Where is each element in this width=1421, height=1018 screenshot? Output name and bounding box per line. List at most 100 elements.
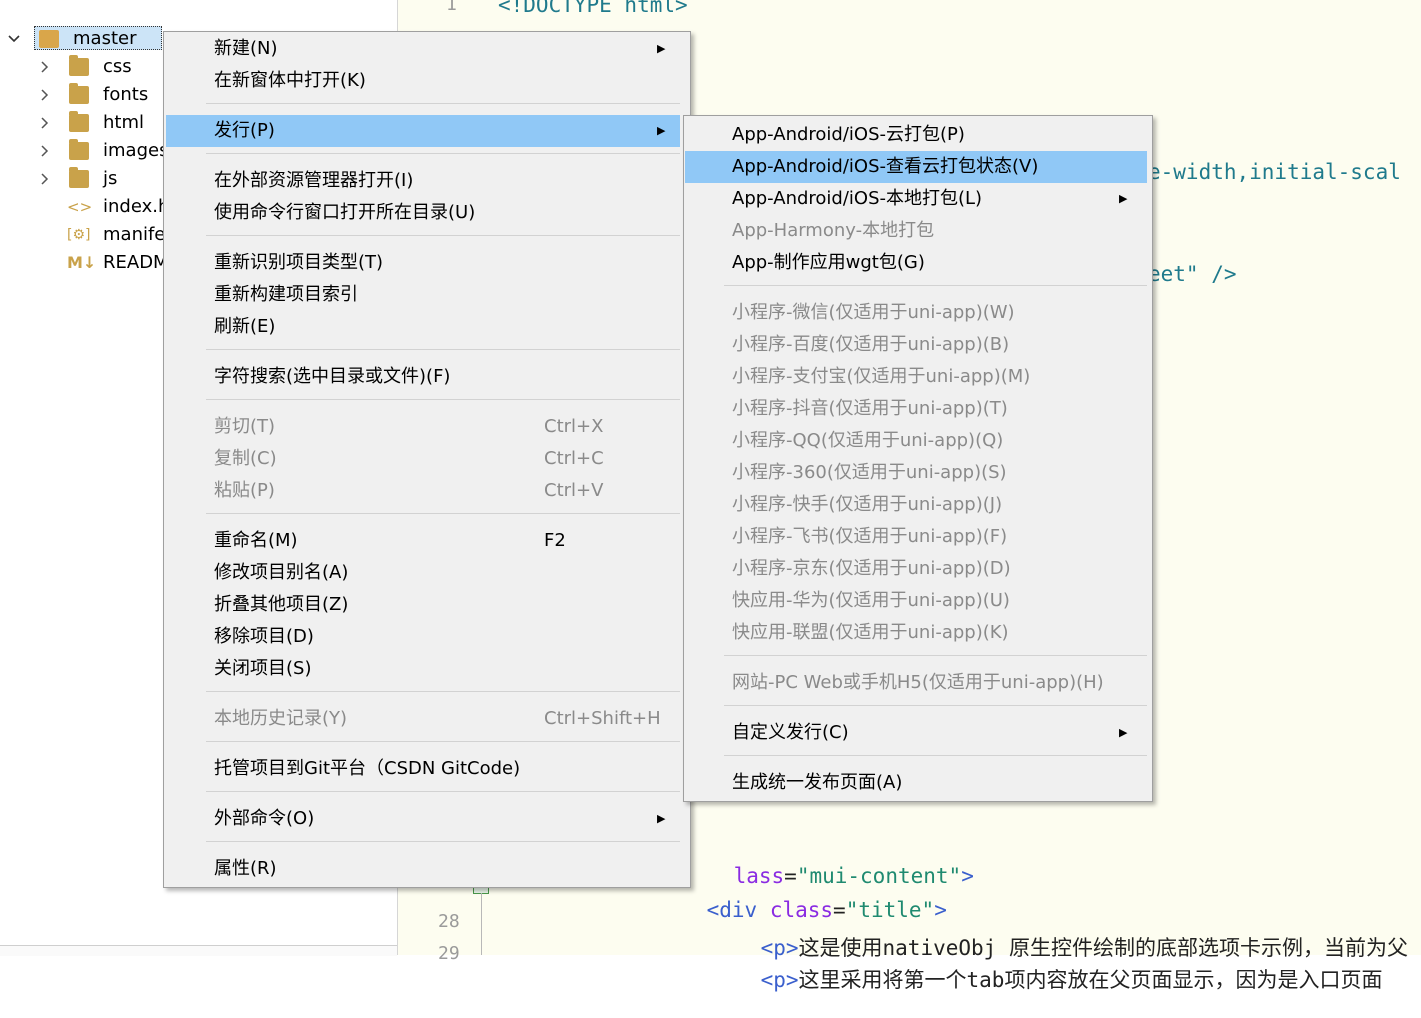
tree-item-label: html <box>103 112 145 133</box>
submenu-item-unified-publish-page[interactable]: 生成统一发布页面(A) <box>684 767 1147 799</box>
submenu-item-mp-baidu[interactable]: 小程序-百度(仅适用于uni-app)(B) <box>684 329 1147 361</box>
menu-item-shortcut: Ctrl+Shift+H <box>544 708 661 729</box>
menu-item-label: 新建(N) <box>214 38 278 59</box>
submenu-item-harmony-pack[interactable]: App-Harmony-本地打包 <box>684 215 1147 247</box>
menu-separator <box>206 153 680 154</box>
menu-item-publish[interactable]: 发行(P) ▶ <box>166 115 680 147</box>
menu-separator <box>206 691 680 692</box>
tree-item-label: index.h <box>103 196 170 217</box>
submenu-item-quickapp-union[interactable]: 快应用-联盟(仅适用于uni-app)(K) <box>684 617 1147 649</box>
chevron-right-icon[interactable] <box>36 59 52 75</box>
menu-item-properties[interactable]: 属性(R) <box>164 853 680 885</box>
menu-item-label: 重新识别项目类型(T) <box>214 252 384 273</box>
menu-item-alias[interactable]: 修改项目别名(A) <box>164 557 680 589</box>
menu-separator <box>206 399 680 400</box>
code-meta-fragment: e-width,initial-scal <box>1148 160 1401 184</box>
submenu-item-local-pack[interactable]: App-Android/iOS-本地打包(L) ▶ <box>684 183 1147 215</box>
menu-item-copy[interactable]: 复制(C) Ctrl+C <box>164 443 680 475</box>
tree-item-label: js <box>103 168 118 189</box>
menu-separator <box>724 755 1147 756</box>
menu-item-paste[interactable]: 粘贴(P) Ctrl+V <box>164 475 680 507</box>
menu-item-label: 重新构建项目索引 <box>214 284 358 305</box>
menu-item-reidentify-type[interactable]: 重新识别项目类型(T) <box>164 247 680 279</box>
tree-item-label: fonts <box>103 84 149 105</box>
menu-item-text-search[interactable]: 字符搜索(选中目录或文件)(F) <box>164 361 680 393</box>
submenu-item-mp-360[interactable]: 小程序-360(仅适用于uni-app)(S) <box>684 457 1147 489</box>
menu-item-remove-project[interactable]: 移除项目(D) <box>164 621 680 653</box>
code-line-p2: <p>这里采用将第一个tab项内容放在父页面显示，因为是入口页面 <box>710 940 1383 1018</box>
menu-item-label: 小程序-飞书(仅适用于uni-app)(F) <box>732 526 1008 547</box>
menu-item-label: 在外部资源管理器打开(I) <box>214 170 414 191</box>
menu-item-label: 刷新(E) <box>214 316 276 337</box>
code-tag: <p> <box>760 968 799 992</box>
submenu-item-custom-publish[interactable]: 自定义发行(C) ▶ <box>684 717 1147 749</box>
menu-item-rebuild-index[interactable]: 重新构建项目索引 <box>164 279 680 311</box>
menu-item-label: 自定义发行(C) <box>732 722 849 743</box>
markdown-file-icon: M↓ <box>67 253 97 272</box>
chevron-right-icon[interactable] <box>36 87 52 103</box>
menu-separator <box>206 513 680 514</box>
tree-item-label: READM <box>103 252 169 273</box>
menu-item-label: 剪切(T) <box>214 416 276 437</box>
menu-item-refresh[interactable]: 刷新(E) <box>164 311 680 343</box>
submenu-item-mp-jd[interactable]: 小程序-京东(仅适用于uni-app)(D) <box>684 553 1147 585</box>
chevron-right-icon[interactable] <box>36 143 52 159</box>
submenu-item-mp-douyin[interactable]: 小程序-抖音(仅适用于uni-app)(T) <box>684 393 1147 425</box>
submenu-item-quickapp-huawei[interactable]: 快应用-华为(仅适用于uni-app)(U) <box>684 585 1147 617</box>
submenu-item-mp-feishu[interactable]: 小程序-飞书(仅适用于uni-app)(F) <box>684 521 1147 553</box>
folder-icon <box>69 55 89 76</box>
menu-item-shortcut: Ctrl+V <box>544 480 604 501</box>
menu-item-shortcut: Ctrl+C <box>544 448 604 469</box>
menu-item-external-command[interactable]: 外部命令(O) ▶ <box>164 803 680 835</box>
line-number: 1 <box>446 0 457 15</box>
submenu-item-cloud-pack[interactable]: App-Android/iOS-云打包(P) <box>684 119 1147 151</box>
tree-bottom-bar <box>0 945 397 956</box>
submenu-item-cloud-pack-status[interactable]: App-Android/iOS-查看云打包状态(V) <box>685 151 1147 183</box>
menu-separator <box>724 655 1147 656</box>
submenu-item-mp-alipay[interactable]: 小程序-支付宝(仅适用于uni-app)(M) <box>684 361 1147 393</box>
submenu-arrow-icon: ▶ <box>1119 726 1128 739</box>
submenu-item-mp-kuaishou[interactable]: 小程序-快手(仅适用于uni-app)(J) <box>684 489 1147 521</box>
menu-item-label: 小程序-360(仅适用于uni-app)(S) <box>732 462 1007 483</box>
menu-item-cut[interactable]: 剪切(T) Ctrl+X <box>164 411 680 443</box>
submenu-item-mp-weixin[interactable]: 小程序-微信(仅适用于uni-app)(W) <box>684 297 1147 329</box>
menu-item-label: App-Harmony-本地打包 <box>732 220 935 241</box>
menu-item-label: 小程序-微信(仅适用于uni-app)(W) <box>732 302 1015 323</box>
code-link-fragment: eet" /> <box>1148 262 1237 286</box>
menu-item-label: 粘贴(P) <box>214 480 275 501</box>
menu-item-label: 折叠其他项目(Z) <box>214 594 349 615</box>
menu-item-git-host[interactable]: 托管项目到Git平台（CSDN GitCode) <box>164 753 680 785</box>
context-menu: 新建(N) ▶ 在新窗体中打开(K) 发行(P) ▶ 在外部资源管理器打开(I) 使… <box>163 31 691 888</box>
menu-item-label: 使用命令行窗口打开所在目录(U) <box>214 202 476 223</box>
menu-item-label: 外部命令(O) <box>214 808 315 829</box>
menu-separator <box>206 103 680 104</box>
menu-item-label: 小程序-抖音(仅适用于uni-app)(T) <box>732 398 1008 419</box>
submenu-item-mp-qq[interactable]: 小程序-QQ(仅适用于uni-app)(Q) <box>684 425 1147 457</box>
chevron-right-icon[interactable] <box>36 171 52 187</box>
line-number: 28 <box>438 911 460 932</box>
submenu-item-wgt[interactable]: App-制作应用wgt包(G) <box>684 247 1147 279</box>
menu-separator <box>206 349 680 350</box>
menu-item-local-history[interactable]: 本地历史记录(Y) Ctrl+Shift+H <box>164 703 680 735</box>
menu-item-open-terminal[interactable]: 使用命令行窗口打开所在目录(U) <box>164 197 680 229</box>
fold-guide-line <box>481 893 482 955</box>
menu-separator <box>206 741 680 742</box>
menu-item-label: 托管项目到Git平台（CSDN GitCode) <box>214 758 521 779</box>
chevron-down-icon[interactable] <box>6 31 22 47</box>
folder-icon <box>69 83 89 104</box>
menu-item-label: 关闭项目(S) <box>214 658 312 679</box>
menu-item-rename[interactable]: 重命名(M) F2 <box>164 525 680 557</box>
menu-item-label: 小程序-支付宝(仅适用于uni-app)(M) <box>732 366 1031 387</box>
menu-item-label: 字符搜索(选中目录或文件)(F) <box>214 366 451 387</box>
menu-item-open-explorer[interactable]: 在外部资源管理器打开(I) <box>164 165 680 197</box>
menu-item-new[interactable]: 新建(N) ▶ <box>164 33 680 65</box>
submenu-item-web-h5[interactable]: 网站-PC Web或手机H5(仅适用于uni-app)(H) <box>684 667 1147 699</box>
menu-item-open-new-window[interactable]: 在新窗体中打开(K) <box>164 65 680 97</box>
menu-item-collapse-others[interactable]: 折叠其他项目(Z) <box>164 589 680 621</box>
menu-item-label: App-Android/iOS-本地打包(L) <box>732 188 983 209</box>
chevron-right-icon[interactable] <box>36 115 52 131</box>
menu-item-label: 复制(C) <box>214 448 277 469</box>
menu-item-close-project[interactable]: 关闭项目(S) <box>164 653 680 685</box>
menu-item-label: 小程序-百度(仅适用于uni-app)(B) <box>732 334 1010 355</box>
code-text: 这里采用将第一个tab项内容放在父页面显示，因为是入口页面 <box>798 968 1383 992</box>
